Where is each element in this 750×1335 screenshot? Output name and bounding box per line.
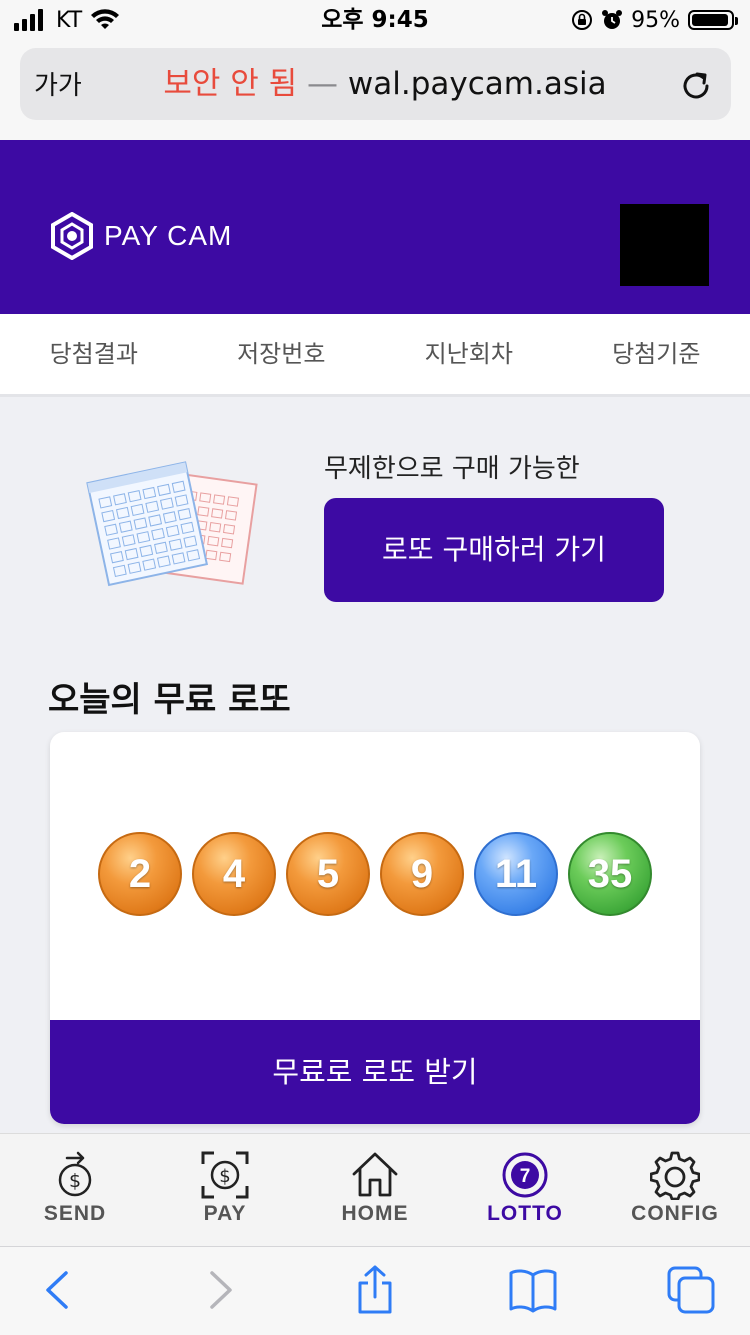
buy-lotto-button[interactable]: 로또 구매하러 가기 — [324, 498, 664, 602]
free-lotto-card: 2 4 5 9 11 35 무료로 로또 받기 — [50, 732, 700, 1124]
nav-pay[interactable]: $ PAY — [150, 1134, 300, 1246]
nav-send[interactable]: $ SEND — [0, 1134, 150, 1246]
lotto-ball: 4 — [192, 832, 276, 916]
nav-lotto-label: LOTTO — [450, 1202, 600, 1226]
tab-saved-numbers[interactable]: 저장번호 — [188, 314, 376, 394]
tab-bar: 당첨결과 저장번호 지난회차 당첨기준 — [0, 314, 750, 397]
alarm-icon — [601, 9, 623, 31]
status-right: 95% — [571, 4, 734, 36]
text-size-button[interactable]: 가가 — [34, 48, 82, 120]
orientation-lock-icon — [571, 9, 593, 31]
scan-pay-icon: $ — [200, 1150, 250, 1200]
forward-icon[interactable] — [194, 1265, 244, 1315]
battery-icon — [688, 10, 734, 30]
nav-home-label: HOME — [300, 1202, 450, 1226]
tab-winning-criteria[interactable]: 당첨기준 — [563, 314, 750, 394]
gear-icon — [650, 1150, 700, 1200]
lotto-ball: 35 — [568, 832, 652, 916]
app-bottom-nav: $ SEND $ PAY HOME 7 LOTTO — [0, 1133, 750, 1246]
battery-percent: 95% — [631, 8, 680, 33]
url-separator: — — [307, 66, 338, 102]
share-icon[interactable] — [350, 1265, 400, 1315]
free-lotto-title: 오늘의 무료 로또 — [48, 672, 291, 721]
redacted-box — [620, 204, 709, 286]
lotto-seven-icon: 7 — [500, 1150, 550, 1200]
nav-pay-label: PAY — [150, 1202, 300, 1226]
url-domain: wal.paycam.asia — [348, 66, 607, 102]
send-dollar-icon: $ — [53, 1150, 97, 1200]
home-icon — [350, 1150, 400, 1200]
nav-config-label: CONFIG — [600, 1202, 750, 1226]
nav-lotto[interactable]: 7 LOTTO — [450, 1134, 600, 1246]
svg-text:$: $ — [69, 1170, 81, 1192]
nav-config[interactable]: CONFIG — [600, 1134, 750, 1246]
lotto-ball: 9 — [380, 832, 464, 916]
lotto-ball: 2 — [98, 832, 182, 916]
nav-send-label: SEND — [0, 1202, 150, 1226]
lotto-badge: 7 — [520, 1166, 531, 1187]
lotto-ball: 11 — [474, 832, 558, 916]
back-icon[interactable] — [34, 1265, 84, 1315]
browser-toolbar — [0, 1246, 750, 1335]
get-free-lotto-button[interactable]: 무료로 로또 받기 — [50, 1020, 700, 1124]
paycam-hexagon-icon — [50, 212, 94, 260]
reload-icon[interactable] — [676, 66, 716, 106]
url-display[interactable]: 보안 안 됨 — wal.paycam.asia — [120, 48, 650, 120]
promo-text: 무제한으로 구매 가능한 — [324, 448, 580, 485]
tab-results[interactable]: 당첨결과 — [0, 314, 188, 394]
tab-past-rounds[interactable]: 지난회차 — [375, 314, 563, 394]
lotto-balls: 2 4 5 9 11 35 — [50, 832, 700, 918]
brand-name: PAY CAM — [104, 220, 232, 252]
bookmarks-icon[interactable] — [508, 1265, 558, 1315]
nav-home[interactable]: HOME — [300, 1134, 450, 1246]
insecure-label: 보안 안 됨 — [163, 66, 297, 102]
svg-text:$: $ — [219, 1166, 230, 1187]
lotto-ball: 5 — [286, 832, 370, 916]
brand-logo[interactable]: PAY CAM — [50, 210, 232, 262]
tabs-icon[interactable] — [666, 1265, 716, 1315]
lottery-tickets-illustration — [86, 458, 262, 588]
